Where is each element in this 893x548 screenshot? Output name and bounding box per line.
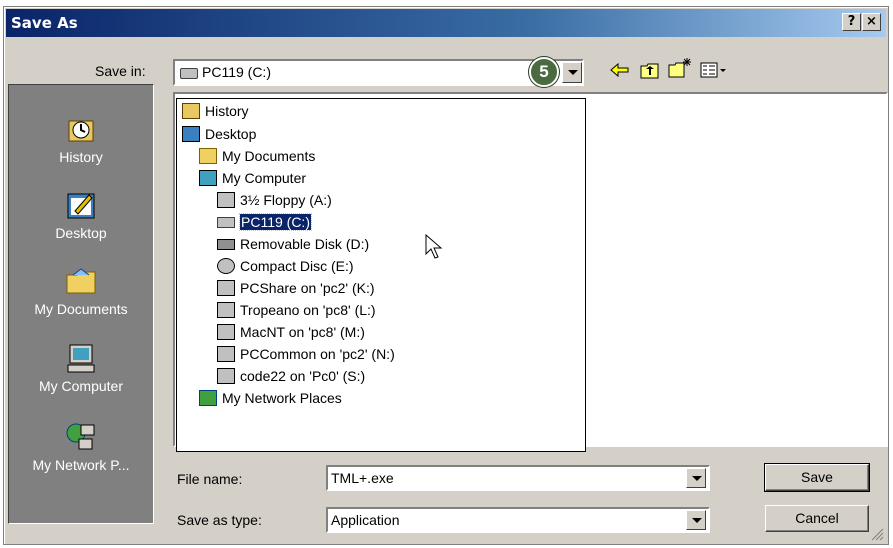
list-item[interactable]: My Computer bbox=[199, 167, 306, 189]
mouse-cursor-icon bbox=[425, 234, 443, 259]
resize-grip-icon[interactable] bbox=[870, 527, 884, 541]
cd-drive-icon bbox=[217, 258, 235, 274]
list-item[interactable]: 3½ Floppy (A:) bbox=[217, 189, 332, 211]
places-desktop-label: Desktop bbox=[55, 225, 107, 241]
floppy-drive-icon bbox=[217, 192, 235, 208]
step-badge: 5 bbox=[529, 57, 559, 87]
help-button[interactable]: ? bbox=[842, 13, 861, 31]
save-as-type-select[interactable]: Application bbox=[326, 507, 710, 533]
file-name-value: TML+.exe bbox=[331, 470, 394, 486]
save-in-value: PC119 (C:) bbox=[202, 64, 271, 80]
save-as-dialog: Save As ? × Save in: PC119 (C:) 5 Histor… bbox=[3, 6, 889, 545]
my-documents-icon bbox=[199, 148, 217, 164]
network-places-icon bbox=[199, 390, 217, 406]
save-as-type-label: Save as type: bbox=[177, 512, 262, 528]
my-documents-icon bbox=[66, 268, 96, 294]
list-item[interactable]: Compact Disc (E:) bbox=[217, 255, 354, 277]
list-item[interactable]: My Network Places bbox=[199, 387, 342, 409]
file-name-label: File name: bbox=[177, 471, 243, 487]
places-my-documents-label: My Documents bbox=[34, 301, 128, 317]
up-one-level-icon[interactable] bbox=[640, 62, 660, 79]
hard-drive-icon bbox=[180, 68, 198, 79]
network-places-icon bbox=[66, 423, 95, 450]
network-drive-icon bbox=[217, 346, 235, 362]
removable-disk-icon bbox=[217, 238, 235, 250]
new-folder-icon[interactable] bbox=[668, 57, 692, 79]
save-button[interactable]: Save bbox=[764, 463, 870, 492]
save-in-dropdown-arrow[interactable] bbox=[562, 62, 582, 83]
places-my-network[interactable]: My Network P... bbox=[9, 421, 153, 473]
save-in-combo[interactable]: PC119 (C:) bbox=[173, 59, 584, 86]
list-item[interactable]: PCShare on 'pc2' (K:) bbox=[217, 277, 375, 299]
history-icon bbox=[68, 120, 94, 142]
view-menu-icon[interactable] bbox=[700, 62, 728, 78]
list-item[interactable]: Desktop bbox=[182, 123, 256, 145]
places-desktop[interactable]: Desktop bbox=[9, 189, 153, 241]
back-arrow-icon[interactable] bbox=[610, 62, 630, 78]
window-title: Save As bbox=[11, 14, 78, 32]
save-in-dropdown-list[interactable]: History Desktop My Documents My Computer… bbox=[176, 98, 586, 452]
places-history[interactable]: History bbox=[9, 113, 153, 165]
places-my-network-label: My Network P... bbox=[32, 457, 130, 473]
list-item[interactable]: code22 on 'Pc0' (S:) bbox=[217, 365, 365, 387]
places-my-documents[interactable]: My Documents bbox=[9, 265, 153, 317]
cancel-button[interactable]: Cancel bbox=[765, 505, 869, 532]
desktop-icon bbox=[67, 193, 95, 219]
title-bar[interactable]: Save As ? × bbox=[6, 9, 886, 37]
list-item[interactable]: PC119 (C:) bbox=[217, 211, 312, 233]
save-in-label: Save in: bbox=[95, 63, 146, 79]
places-history-label: History bbox=[59, 149, 103, 165]
list-item[interactable]: History bbox=[182, 100, 249, 122]
save-as-type-dropdown-arrow[interactable] bbox=[686, 510, 706, 530]
save-as-type-value: Application bbox=[331, 512, 400, 528]
my-computer-icon bbox=[199, 170, 217, 186]
list-item[interactable]: MacNT on 'pc8' (M:) bbox=[217, 321, 365, 343]
desktop-icon bbox=[182, 126, 200, 142]
network-drive-icon bbox=[217, 368, 235, 384]
places-my-computer-label: My Computer bbox=[38, 378, 124, 394]
list-item[interactable]: My Documents bbox=[199, 145, 315, 167]
history-icon bbox=[182, 103, 200, 119]
places-my-computer[interactable]: My Computer bbox=[9, 342, 153, 394]
file-name-field[interactable]: TML+.exe bbox=[326, 465, 710, 491]
my-computer-icon bbox=[67, 344, 95, 373]
network-drive-icon bbox=[217, 324, 235, 340]
file-name-dropdown-arrow[interactable] bbox=[686, 468, 706, 488]
network-drive-icon bbox=[217, 302, 235, 318]
list-item[interactable]: Removable Disk (D:) bbox=[217, 233, 369, 255]
places-bar: History Desktop My Documents My Computer… bbox=[8, 84, 154, 524]
list-item[interactable]: Tropeano on 'pc8' (L:) bbox=[217, 299, 376, 321]
close-button[interactable]: × bbox=[862, 13, 881, 31]
hard-drive-icon bbox=[217, 216, 235, 228]
network-drive-icon bbox=[217, 280, 235, 296]
list-item[interactable]: PCCommon on 'pc2' (N:) bbox=[217, 343, 395, 365]
